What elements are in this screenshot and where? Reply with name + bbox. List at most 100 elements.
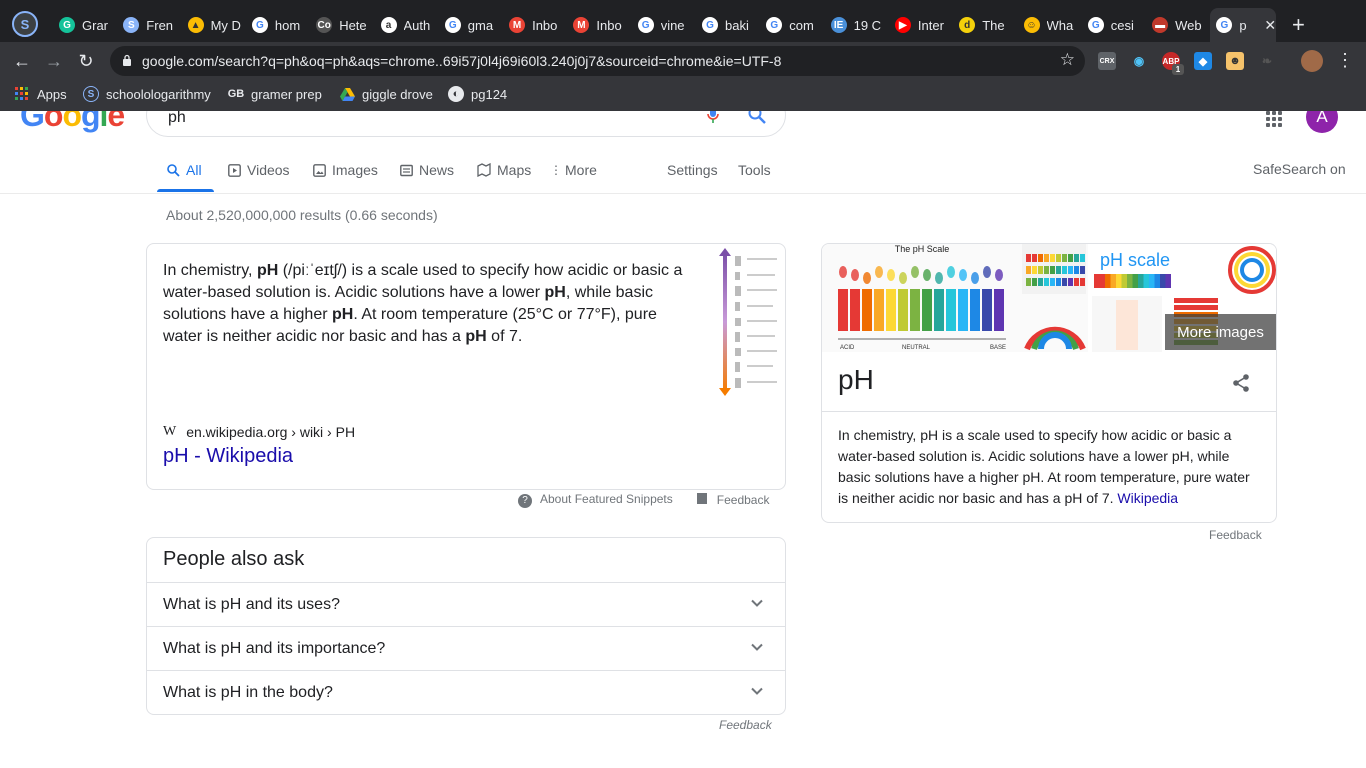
browser-tab[interactable]: S Fren (117, 8, 179, 42)
ph-rainbow-cell (1099, 274, 1105, 288)
snippet-feedback-link[interactable]: Feedback (696, 492, 769, 507)
google-drive-icon: ▲ (187, 17, 204, 33)
ph-grid-cell (1044, 254, 1049, 262)
vpn-extension-icon[interactable]: ◆ (1194, 52, 1212, 70)
close-tab-icon[interactable]: ✕ (1264, 17, 1276, 34)
browser-tab[interactable]: M Inbo (567, 8, 629, 42)
owl-extension-icon[interactable]: ◉ (1130, 52, 1148, 70)
neutral-label: NEUTRAL (902, 345, 931, 351)
ph-rainbow-cell (1105, 274, 1111, 288)
ph-grid-cell (1026, 278, 1031, 286)
profile-avatar[interactable] (1301, 50, 1323, 72)
tab-settings[interactable]: Settings (667, 162, 718, 178)
browser-tab[interactable]: G Grar (53, 8, 115, 42)
help-icon: ? (518, 493, 532, 508)
browser-tab[interactable]: M Inbo (503, 8, 565, 42)
browser-toolbar: ← → ↻ google.com/search?q=ph&oq=ph&aqs=c… (0, 42, 1366, 80)
bookmark-gramer-prep[interactable]: GB gramer prep (228, 86, 322, 102)
ph-grid-cell (1080, 278, 1085, 286)
browser-tab[interactable]: Gp ✕ (1210, 8, 1277, 42)
search-icon[interactable] (748, 111, 766, 124)
ph-bar (862, 289, 872, 331)
browser-tab[interactable]: ▬ Web (1146, 8, 1208, 42)
tab-title: Web (1175, 17, 1202, 33)
ph-rainbow-cell (1094, 274, 1100, 288)
paa-feedback-link[interactable]: Feedback (719, 718, 772, 732)
bookmark-star-icon[interactable]: ☆ (1060, 50, 1075, 70)
browser-tab[interactable]: Gcesi (1082, 8, 1144, 42)
leaf-extension-icon[interactable]: ❧ (1258, 52, 1276, 70)
safesearch-status[interactable]: SafeSearch on (1253, 161, 1346, 177)
browser-tab[interactable]: IE 19 C (825, 8, 887, 42)
bookmark-apps[interactable]: Apps (14, 86, 67, 102)
ph-bar (970, 289, 980, 331)
snippet-footer: ? About Featured Snippets Feedback (518, 492, 769, 508)
tab-maps[interactable]: Maps (477, 162, 531, 178)
google-apps-icon[interactable] (1266, 111, 1282, 127)
google-icon: G (251, 17, 268, 33)
tab-all[interactable]: All (166, 162, 202, 178)
schoology-icon: S (83, 86, 99, 102)
bookmark-pg124[interactable]: ◐ pg124 (448, 86, 507, 102)
tab-more[interactable]: ⋮ More (550, 162, 597, 178)
browser-tab[interactable]: Ghom (246, 8, 308, 42)
gmail-icon: M (509, 17, 526, 33)
share-icon[interactable] (1231, 373, 1251, 393)
browser-tab[interactable]: a Auth (375, 8, 437, 42)
paa-question[interactable]: What is pH and its importance? (147, 626, 785, 670)
tab-tools[interactable]: Tools (738, 162, 771, 178)
paa-question[interactable]: What is pH in the body? (147, 670, 785, 714)
wikipedia-source-link[interactable]: Wikipedia (1117, 490, 1178, 506)
result-title-link[interactable]: pH - Wikipedia (163, 445, 293, 468)
featured-snippet: In chemistry, pH (/piːˈeɪtʃ/) is a scale… (146, 243, 786, 490)
address-bar[interactable]: google.com/search?q=ph&oq=ph&aqs=chrome.… (110, 46, 1085, 76)
tab-news[interactable]: News (399, 162, 454, 178)
character-extension-icon[interactable]: ☻ (1226, 52, 1244, 70)
back-icon[interactable]: ← (12, 51, 32, 71)
browser-tab[interactable]: ☺ Wha (1018, 8, 1080, 42)
google-logo[interactable]: Google (20, 111, 125, 134)
ph-grid-cell (1032, 254, 1037, 262)
ph-grid-cell (1056, 278, 1061, 286)
tab-videos[interactable]: Videos (227, 162, 290, 178)
active-tab-indicator (157, 189, 214, 192)
ph-grid-cell (1068, 254, 1073, 262)
paa-question[interactable]: What is pH and its uses? (147, 582, 785, 626)
search-input[interactable]: ph (146, 111, 786, 137)
browser-tab[interactable]: d The (953, 8, 1015, 42)
browser-tab[interactable]: ▶ Inter (889, 8, 951, 42)
schoology-icon[interactable]: S (12, 11, 38, 37)
reload-icon[interactable]: ↻ (76, 51, 96, 71)
ph-grid-cell (1056, 266, 1061, 274)
tab-label: Videos (247, 162, 290, 178)
ph-chart-thumbnail[interactable] (705, 244, 785, 404)
browser-tab[interactable]: Gcom (760, 8, 822, 42)
new-tab-button[interactable]: + (1292, 12, 1305, 38)
tab-images[interactable]: Images (312, 162, 378, 178)
ph-bubble (875, 266, 883, 278)
browser-tab[interactable]: Co Hete (310, 8, 372, 42)
google-icon: G (702, 17, 718, 33)
forward-icon[interactable]: → (44, 51, 64, 71)
search-query: ph (168, 111, 186, 126)
ph-grid-cell (1032, 266, 1037, 274)
ph-grid-cell (1026, 254, 1031, 262)
browser-tab[interactable]: Gbaki (696, 8, 758, 42)
browser-tab[interactable]: ▲ My D (182, 8, 244, 42)
knowledge-panel-feedback-link[interactable]: Feedback (1209, 528, 1262, 542)
description-text: In chemistry, pH is a scale used to spec… (838, 427, 1250, 506)
browser-tab[interactable]: Ggma (439, 8, 501, 42)
crx-extension-icon[interactable]: CRX (1098, 52, 1116, 70)
more-images-button[interactable]: More images (1165, 314, 1276, 350)
microphone-icon[interactable] (707, 111, 719, 124)
chrome-menu-icon[interactable]: ⋮ (1336, 50, 1354, 71)
ph-bubble (983, 266, 991, 278)
ph-rainbow-cell (1132, 274, 1138, 288)
bookmark-schoology[interactable]: S schoolologarithmy (83, 86, 211, 102)
about-featured-snippets-link[interactable]: ? About Featured Snippets (518, 492, 673, 508)
bookmark-giggle-drove[interactable]: giggle drove (339, 86, 433, 102)
browser-tab[interactable]: Gvine (632, 8, 694, 42)
account-avatar[interactable]: A (1306, 111, 1338, 133)
ph-grid-cell (1032, 278, 1037, 286)
ph-rainbow-cell (1121, 274, 1127, 288)
